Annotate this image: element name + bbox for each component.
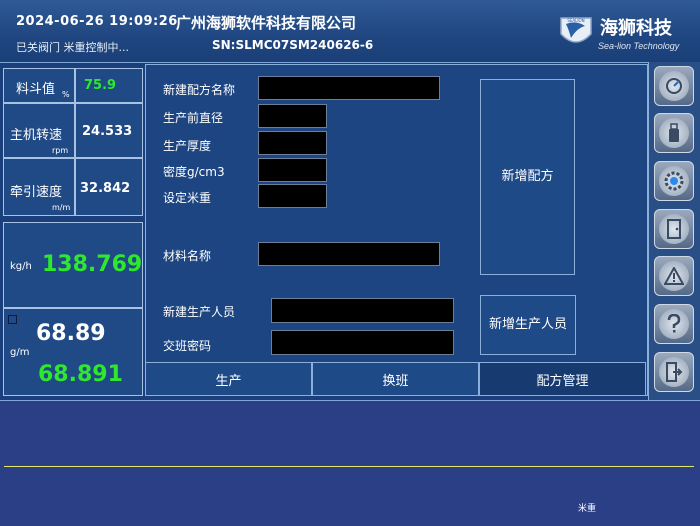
thickness-input[interactable]	[258, 131, 327, 155]
logo-mark-text: SEALION	[567, 18, 584, 23]
new-operator-input[interactable]	[271, 298, 454, 323]
chart-label: 米重	[578, 504, 597, 514]
traction-speed-unit: m/m	[52, 203, 71, 212]
pre-diameter-input[interactable]	[258, 104, 327, 128]
traction-speed-label: 牵引速度	[10, 185, 63, 200]
shift-password-label: 交班密码	[163, 339, 212, 353]
output-unit: kg/h	[10, 261, 32, 272]
main-speed-value-cell: 24.533	[75, 103, 143, 158]
meter-weight-cell: g/m 68.89 68.891	[3, 308, 143, 396]
help-icon	[659, 309, 689, 339]
meter-weight-unit: g/m	[10, 347, 30, 358]
material-label: 材料名称	[163, 249, 212, 263]
main-speed-label: 主机转速	[10, 128, 63, 143]
serial-number: SN:SLMC07SM240626-6	[212, 38, 374, 52]
settings-button[interactable]	[654, 161, 694, 201]
logo-text: 海狮科技	[600, 18, 672, 39]
recipe-name-input[interactable]	[258, 76, 440, 100]
hopper-label: 料斗值	[16, 82, 56, 97]
new-operator-label: 新建生产人员	[163, 305, 236, 319]
traction-speed-label-cell: 牵引速度 m/m	[3, 158, 75, 216]
output-value: 138.769	[42, 252, 143, 277]
dashboard-button[interactable]	[654, 66, 694, 106]
door-exit-icon	[659, 214, 689, 244]
exit-icon	[659, 357, 689, 387]
set-weight-input[interactable]	[258, 184, 327, 208]
shift-password-input[interactable]	[271, 330, 454, 355]
tab-production[interactable]: 生产	[145, 362, 312, 396]
add-recipe-button[interactable]: 新增配方	[480, 79, 575, 275]
door-button[interactable]	[654, 209, 694, 249]
output-rate-cell: kg/h 138.769	[3, 222, 143, 308]
hopper-unit: %	[62, 90, 70, 99]
density-label: 密度g/cm3	[163, 165, 225, 179]
warning-icon	[659, 261, 689, 291]
logo-subtitle: Sea-lion Technology	[598, 41, 680, 51]
exit-button[interactable]	[654, 352, 694, 392]
traction-speed-value-cell: 32.842	[75, 158, 143, 216]
material-input[interactable]	[258, 242, 440, 266]
tab-shift-change[interactable]: 换班	[312, 362, 479, 396]
recipe-name-label: 新建配方名称	[163, 83, 236, 97]
alarm-button[interactable]	[654, 256, 694, 296]
set-weight-label: 设定米重	[163, 191, 212, 205]
company-name: 广州海狮软件科技有限公司	[176, 14, 357, 32]
main-speed-unit: rpm	[52, 146, 69, 155]
hopper-label-cell: 料斗值 %	[3, 68, 75, 103]
density-input[interactable]	[258, 158, 327, 182]
meter-weight-actual: 68.891	[38, 362, 123, 387]
pre-diameter-label: 生产前直径	[163, 111, 224, 125]
hopper-value-cell: 75.9	[75, 68, 143, 103]
main-speed-value: 24.533	[82, 124, 133, 139]
thickness-label: 生产厚度	[163, 139, 212, 153]
add-operator-button[interactable]: 新增生产人员	[480, 295, 576, 355]
datetime-display: 2024-06-26 19:09:26	[16, 14, 178, 29]
status-text: 已关阀门 米重控制中...	[16, 41, 129, 54]
sealion-logo-icon: SEALION	[560, 17, 592, 43]
main-speed-label-cell: 主机转速 rpm	[3, 103, 75, 158]
traction-speed-value: 32.842	[80, 181, 131, 196]
meter-weight-setpoint: 68.89	[36, 321, 106, 346]
meter-weight-indicator	[8, 315, 17, 324]
usb-drive-icon	[659, 118, 689, 148]
tab-recipe-management[interactable]: 配方管理	[479, 362, 646, 396]
dashboard-icon	[659, 71, 689, 101]
usb-drive-button[interactable]	[654, 113, 694, 153]
settings-gear-icon	[659, 166, 689, 196]
chart-baseline	[4, 466, 694, 467]
hopper-value: 75.9	[84, 78, 117, 93]
help-button[interactable]	[654, 304, 694, 344]
